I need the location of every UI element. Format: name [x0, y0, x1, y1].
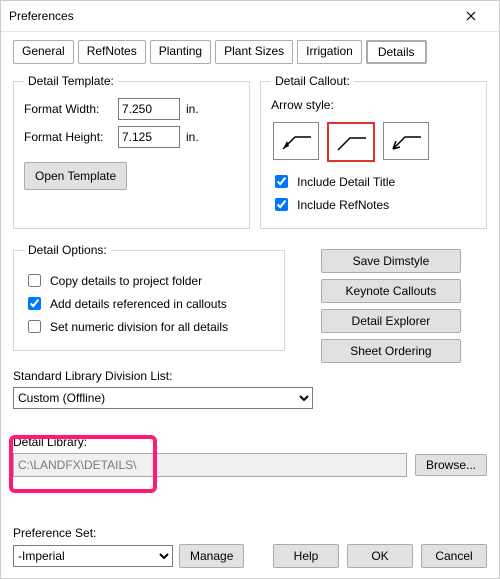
format-height-unit: in. — [186, 130, 199, 144]
standard-library-label: Standard Library Division List: — [13, 369, 487, 383]
preferences-dialog: Preferences General RefNotes Planting Pl… — [0, 0, 500, 579]
sheet-ordering-button[interactable]: Sheet Ordering — [321, 339, 461, 363]
format-width-label: Format Width: — [24, 102, 114, 116]
standard-library-select[interactable]: Custom (Offline) — [13, 387, 313, 409]
window-title: Preferences — [9, 9, 451, 23]
detail-callout-group: Detail Callout: Arrow style: — [260, 74, 487, 229]
include-refnotes-checkbox[interactable]: Include RefNotes — [271, 195, 476, 214]
set-numeric-label: Set numeric division for all details — [50, 320, 228, 334]
tab-plant-sizes[interactable]: Plant Sizes — [215, 40, 293, 64]
dialog-bottom-bar: Preference Set: -Imperial Manage Help OK… — [13, 526, 487, 568]
detail-tool-buttons: Save Dimstyle Keynote Callouts Detail Ex… — [295, 243, 487, 363]
arrow-style-2[interactable] — [327, 122, 375, 162]
cancel-button[interactable]: Cancel — [421, 544, 487, 568]
format-height-input[interactable] — [118, 126, 180, 148]
format-width-input[interactable] — [118, 98, 180, 120]
preference-set-select[interactable]: -Imperial — [13, 545, 173, 567]
copy-details-input[interactable] — [28, 274, 41, 287]
save-dimstyle-button[interactable]: Save Dimstyle — [321, 249, 461, 273]
open-template-button[interactable]: Open Template — [24, 162, 127, 190]
arrow-style-3[interactable] — [383, 122, 429, 160]
detail-library-path-input[interactable] — [13, 453, 407, 477]
include-refnotes-input[interactable] — [275, 198, 288, 211]
arrow-style-label: Arrow style: — [271, 98, 476, 112]
arrow-icon-open — [387, 127, 425, 155]
copy-details-checkbox[interactable]: Copy details to project folder — [24, 271, 274, 290]
arrow-style-1[interactable] — [273, 122, 319, 160]
format-height-label: Format Height: — [24, 130, 114, 144]
dialog-content: General RefNotes Planting Plant Sizes Ir… — [1, 32, 499, 578]
tab-general[interactable]: General — [13, 40, 74, 64]
copy-details-label: Copy details to project folder — [50, 274, 202, 288]
detail-template-group: Detail Template: Format Width: in. Forma… — [13, 74, 250, 229]
include-detail-title-checkbox[interactable]: Include Detail Title — [271, 172, 476, 191]
tab-details[interactable]: Details — [366, 40, 427, 64]
ok-button[interactable]: OK — [347, 544, 413, 568]
close-icon — [466, 11, 476, 21]
add-referenced-input[interactable] — [28, 297, 41, 310]
titlebar: Preferences — [1, 1, 499, 32]
add-referenced-checkbox[interactable]: Add details referenced in callouts — [24, 294, 274, 313]
tab-strip: General RefNotes Planting Plant Sizes Ir… — [13, 40, 487, 64]
tab-irrigation[interactable]: Irrigation — [297, 40, 362, 64]
format-width-unit: in. — [186, 102, 199, 116]
include-refnotes-label: Include RefNotes — [297, 198, 389, 212]
set-numeric-checkbox[interactable]: Set numeric division for all details — [24, 317, 274, 336]
detail-explorer-button[interactable]: Detail Explorer — [321, 309, 461, 333]
manage-button[interactable]: Manage — [179, 544, 244, 568]
close-button[interactable] — [451, 2, 491, 30]
browse-button[interactable]: Browse... — [415, 454, 487, 476]
preference-set-label: Preference Set: — [13, 526, 244, 540]
detail-options-legend: Detail Options: — [24, 243, 111, 257]
help-button[interactable]: Help — [273, 544, 339, 568]
arrow-icon-filled — [277, 127, 315, 155]
include-detail-title-label: Include Detail Title — [297, 175, 395, 189]
set-numeric-input[interactable] — [28, 320, 41, 333]
tab-refnotes[interactable]: RefNotes — [78, 40, 146, 64]
detail-callout-legend: Detail Callout: — [271, 74, 354, 88]
arrow-icon-line — [332, 128, 370, 156]
preference-set-group: Preference Set: -Imperial Manage — [13, 526, 244, 568]
tab-planting[interactable]: Planting — [150, 40, 211, 64]
detail-options-group: Detail Options: Copy details to project … — [13, 243, 285, 351]
detail-template-legend: Detail Template: — [24, 74, 118, 88]
dialog-buttons: Help OK Cancel — [273, 544, 487, 568]
add-referenced-label: Add details referenced in callouts — [50, 297, 227, 311]
include-detail-title-input[interactable] — [275, 175, 288, 188]
detail-library-label: Detail Library: — [13, 435, 487, 449]
arrow-style-options — [271, 116, 476, 168]
keynote-callouts-button[interactable]: Keynote Callouts — [321, 279, 461, 303]
